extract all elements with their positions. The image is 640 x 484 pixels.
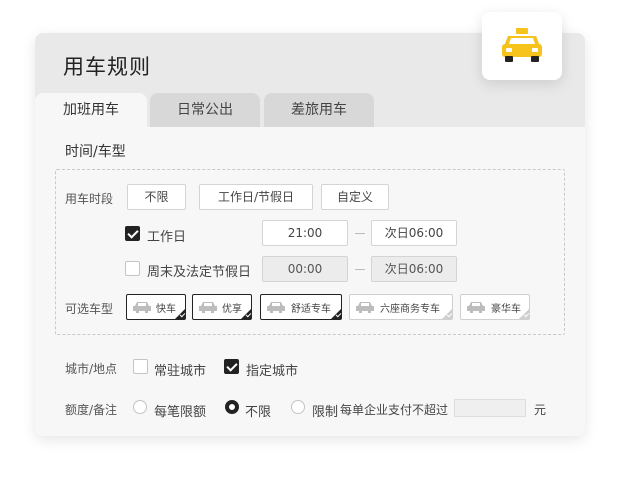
period-label: 用车时段 xyxy=(65,192,114,206)
weekend-label: 周末及法定节假日 xyxy=(147,265,252,280)
tab-travel[interactable]: 差旅用车 xyxy=(264,93,374,127)
unlimited-radio[interactable] xyxy=(225,400,239,414)
car-option-name: 六座商务专车 xyxy=(380,304,440,315)
designated-city-label: 指定城市 xyxy=(246,364,299,379)
city-label: 城市/地点 xyxy=(65,362,118,376)
limit-description: 每单企业支付不超过 xyxy=(340,403,449,417)
workday-start-time[interactable]: 21:00 xyxy=(262,220,348,246)
car-option-kuaiche[interactable]: 快车 xyxy=(126,294,186,320)
car-option-name: 豪华车 xyxy=(491,304,521,315)
time-range-dash xyxy=(355,233,365,234)
unit-label: 元 xyxy=(534,403,547,417)
car-type-label: 可选车型 xyxy=(65,302,114,316)
section-title: 时间/车型 xyxy=(65,144,126,160)
workday-label: 工作日 xyxy=(147,230,187,245)
car-icon xyxy=(356,302,374,313)
car-option-luxury[interactable]: 豪华车 xyxy=(460,294,530,320)
tab-daily-business[interactable]: 日常公出 xyxy=(150,93,260,127)
amount-input[interactable] xyxy=(454,399,526,417)
unlimited-label: 不限 xyxy=(245,405,272,420)
weekend-checkbox[interactable] xyxy=(125,261,140,276)
weekend-end-time[interactable]: 次日06:00 xyxy=(371,256,457,282)
car-icon xyxy=(199,302,217,313)
per-order-limit-radio[interactable] xyxy=(133,400,147,414)
quota-label: 额度/备注 xyxy=(65,403,118,417)
taxi-icon xyxy=(502,28,542,62)
per-order-limit-label: 每笔限额 xyxy=(154,405,207,420)
designated-city-checkbox[interactable] xyxy=(224,359,239,374)
car-option-six-seat[interactable]: 六座商务专车 xyxy=(349,294,453,320)
car-icon xyxy=(267,302,285,313)
period-workday-holiday-button[interactable]: 工作日/节假日 xyxy=(199,184,313,210)
time-range-dash xyxy=(355,269,365,270)
limited-label: 限制 xyxy=(312,405,339,420)
tab-overtime[interactable]: 加班用车 xyxy=(35,93,147,127)
resident-city-checkbox[interactable] xyxy=(133,359,148,374)
card-title: 用车规则 xyxy=(63,55,151,79)
workday-checkbox[interactable] xyxy=(125,226,140,241)
car-icon xyxy=(467,302,485,313)
period-any-button[interactable]: 不限 xyxy=(127,184,186,210)
workday-end-time[interactable]: 次日06:00 xyxy=(371,220,457,246)
resident-city-label: 常驻城市 xyxy=(154,364,207,379)
car-option-youxiang[interactable]: 优享 xyxy=(192,294,252,320)
limited-radio[interactable] xyxy=(291,400,305,414)
car-rules-card: 用车规则 加班用车 日常公出 差旅用车 时间/车型 用车时段 不限 工作日/节假… xyxy=(35,33,585,436)
car-option-comfort[interactable]: 舒适专车 xyxy=(260,294,342,320)
car-icon xyxy=(133,302,151,313)
period-custom-button[interactable]: 自定义 xyxy=(321,184,389,210)
car-option-name: 舒适专车 xyxy=(291,304,331,315)
car-option-name: 快车 xyxy=(156,304,176,315)
weekend-start-time[interactable]: 00:00 xyxy=(262,256,348,282)
taxi-badge xyxy=(482,12,562,80)
car-option-name: 优享 xyxy=(222,304,242,315)
